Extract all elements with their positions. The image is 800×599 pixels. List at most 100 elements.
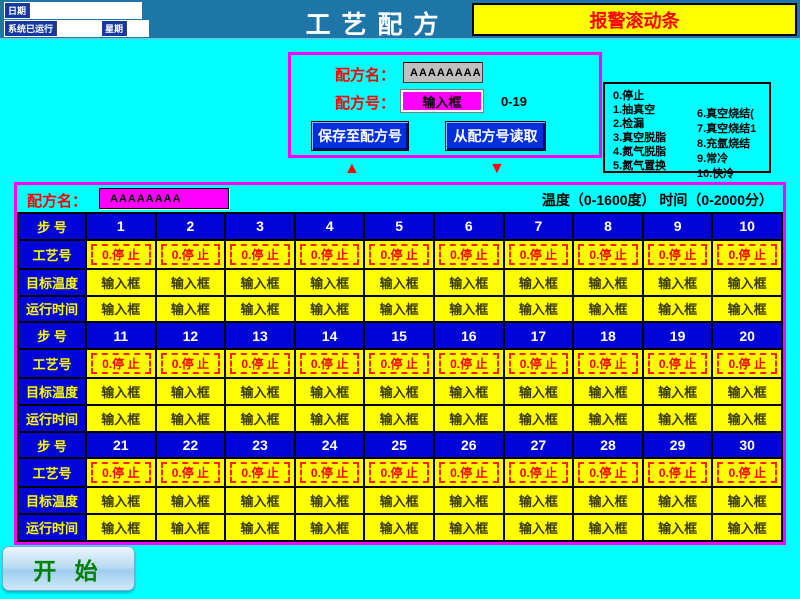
temp-input-cell[interactable]: 输入框 <box>157 488 225 513</box>
temp-input-cell[interactable]: 输入框 <box>87 270 155 295</box>
temp-input-cell[interactable]: 输入框 <box>505 379 573 404</box>
temp-input-cell[interactable]: 输入框 <box>157 270 225 295</box>
time-input-cell[interactable]: 输入框 <box>505 406 573 431</box>
process-input-cell[interactable]: 0.停 止 <box>87 241 155 268</box>
process-input-cell[interactable]: 0.停 止 <box>505 350 573 377</box>
time-input-cell[interactable]: 输入框 <box>644 406 712 431</box>
temp-input-cell[interactable]: 输入框 <box>296 379 364 404</box>
process-input-cell[interactable]: 0.停 止 <box>157 241 225 268</box>
load-from-recipe-button[interactable]: 从配方号读取 <box>445 121 546 151</box>
time-input-cell[interactable]: 输入框 <box>435 515 503 540</box>
process-input-cell[interactable]: 0.停 止 <box>365 241 433 268</box>
temp-input-cell[interactable]: 输入框 <box>226 379 294 404</box>
time-input-cell[interactable]: 输入框 <box>644 297 712 322</box>
time-input-cell[interactable]: 输入框 <box>574 515 642 540</box>
process-input-cell[interactable]: 0.停 止 <box>713 241 781 268</box>
temp-input-cell[interactable]: 输入框 <box>644 488 712 513</box>
time-input-cell[interactable]: 输入框 <box>644 515 712 540</box>
process-input-cell[interactable]: 0.停 止 <box>365 459 433 486</box>
process-input-cell[interactable]: 0.停 止 <box>87 459 155 486</box>
process-input-cell[interactable]: 0.停 止 <box>644 241 712 268</box>
temp-input-cell[interactable]: 输入框 <box>713 270 781 295</box>
temp-input-cell[interactable]: 输入框 <box>644 270 712 295</box>
time-input-cell[interactable]: 输入框 <box>365 297 433 322</box>
date-input[interactable] <box>29 3 141 18</box>
process-input-cell[interactable]: 0.停 止 <box>226 459 294 486</box>
temp-input-cell[interactable]: 输入框 <box>435 270 503 295</box>
temp-input-cell[interactable]: 输入框 <box>226 488 294 513</box>
time-input-cell[interactable]: 输入框 <box>226 297 294 322</box>
runtime-input[interactable] <box>56 21 102 36</box>
process-input-cell[interactable]: 0.停 止 <box>644 459 712 486</box>
temp-input-cell[interactable]: 输入框 <box>574 270 642 295</box>
time-input-cell[interactable]: 输入框 <box>296 515 364 540</box>
process-input-cell[interactable]: 0.停 止 <box>296 241 364 268</box>
process-input-cell[interactable]: 0.停 止 <box>435 459 503 486</box>
recipe-name-input[interactable]: AAAAAAAA <box>403 62 483 83</box>
process-input-cell[interactable]: 0.停 止 <box>296 459 364 486</box>
process-row-label: 工艺号 <box>19 241 85 268</box>
process-input-cell[interactable]: 0.停 止 <box>574 459 642 486</box>
process-input-cell[interactable]: 0.停 止 <box>574 241 642 268</box>
time-input-cell[interactable]: 输入框 <box>296 406 364 431</box>
process-input-cell[interactable]: 0.停 止 <box>157 459 225 486</box>
time-input-cell[interactable]: 输入框 <box>574 406 642 431</box>
week-input[interactable] <box>126 21 148 36</box>
temp-input-cell[interactable]: 输入框 <box>365 379 433 404</box>
temp-input-cell[interactable]: 输入框 <box>435 488 503 513</box>
table-recipe-name-input[interactable]: AAAAAAAA <box>99 188 229 209</box>
time-input-cell[interactable]: 输入框 <box>87 406 155 431</box>
time-input-cell[interactable]: 输入框 <box>435 406 503 431</box>
time-input-cell[interactable]: 输入框 <box>296 297 364 322</box>
process-input-cell[interactable]: 0.停 止 <box>435 350 503 377</box>
temp-input-cell[interactable]: 输入框 <box>157 379 225 404</box>
process-input-cell[interactable]: 0.停 止 <box>505 241 573 268</box>
time-input-cell[interactable]: 输入框 <box>226 515 294 540</box>
time-input-cell[interactable]: 输入框 <box>713 297 781 322</box>
time-input-cell[interactable]: 输入框 <box>365 406 433 431</box>
temp-input-cell[interactable]: 输入框 <box>296 488 364 513</box>
temp-input-cell[interactable]: 输入框 <box>296 270 364 295</box>
process-input-cell[interactable]: 0.停 止 <box>574 350 642 377</box>
time-input-cell[interactable]: 输入框 <box>505 515 573 540</box>
time-input-cell[interactable]: 输入框 <box>226 406 294 431</box>
temp-input-cell[interactable]: 输入框 <box>713 379 781 404</box>
temp-input-cell[interactable]: 输入框 <box>365 270 433 295</box>
temp-input-cell[interactable]: 输入框 <box>644 379 712 404</box>
temp-input-cell[interactable]: 输入框 <box>505 488 573 513</box>
process-input-cell[interactable]: 0.停 止 <box>713 459 781 486</box>
process-input-cell[interactable]: 0.停 止 <box>435 241 503 268</box>
time-input-cell[interactable]: 输入框 <box>157 297 225 322</box>
process-input-cell[interactable]: 0.停 止 <box>644 350 712 377</box>
temp-input-cell[interactable]: 输入框 <box>365 488 433 513</box>
temp-input-cell[interactable]: 输入框 <box>574 379 642 404</box>
time-input-cell[interactable]: 输入框 <box>713 406 781 431</box>
process-input-cell[interactable]: 0.停 止 <box>226 241 294 268</box>
process-input-cell[interactable]: 0.停 止 <box>365 350 433 377</box>
time-input-cell[interactable]: 输入框 <box>87 515 155 540</box>
time-input-cell[interactable]: 输入框 <box>365 515 433 540</box>
process-input-cell[interactable]: 0.停 止 <box>296 350 364 377</box>
time-input-cell[interactable]: 输入框 <box>435 297 503 322</box>
process-input-cell[interactable]: 0.停 止 <box>157 350 225 377</box>
time-input-cell[interactable]: 输入框 <box>157 406 225 431</box>
recipe-number-input[interactable]: 输入框 <box>401 90 483 112</box>
time-input-cell[interactable]: 输入框 <box>505 297 573 322</box>
temp-input-cell[interactable]: 输入框 <box>87 488 155 513</box>
save-to-recipe-button[interactable]: 保存至配方号 <box>311 121 409 151</box>
start-button[interactable]: 开 始 <box>2 546 135 591</box>
time-input-cell[interactable]: 输入框 <box>574 297 642 322</box>
process-input-cell[interactable]: 0.停 止 <box>713 350 781 377</box>
time-input-cell[interactable]: 输入框 <box>157 515 225 540</box>
process-input-cell[interactable]: 0.停 止 <box>505 459 573 486</box>
temp-input-cell[interactable]: 输入框 <box>87 379 155 404</box>
time-input-cell[interactable]: 输入框 <box>713 515 781 540</box>
time-input-cell[interactable]: 输入框 <box>87 297 155 322</box>
process-input-cell[interactable]: 0.停 止 <box>226 350 294 377</box>
temp-input-cell[interactable]: 输入框 <box>713 488 781 513</box>
process-input-cell[interactable]: 0.停 止 <box>87 350 155 377</box>
temp-input-cell[interactable]: 输入框 <box>505 270 573 295</box>
temp-input-cell[interactable]: 输入框 <box>574 488 642 513</box>
temp-input-cell[interactable]: 输入框 <box>226 270 294 295</box>
temp-input-cell[interactable]: 输入框 <box>435 379 503 404</box>
